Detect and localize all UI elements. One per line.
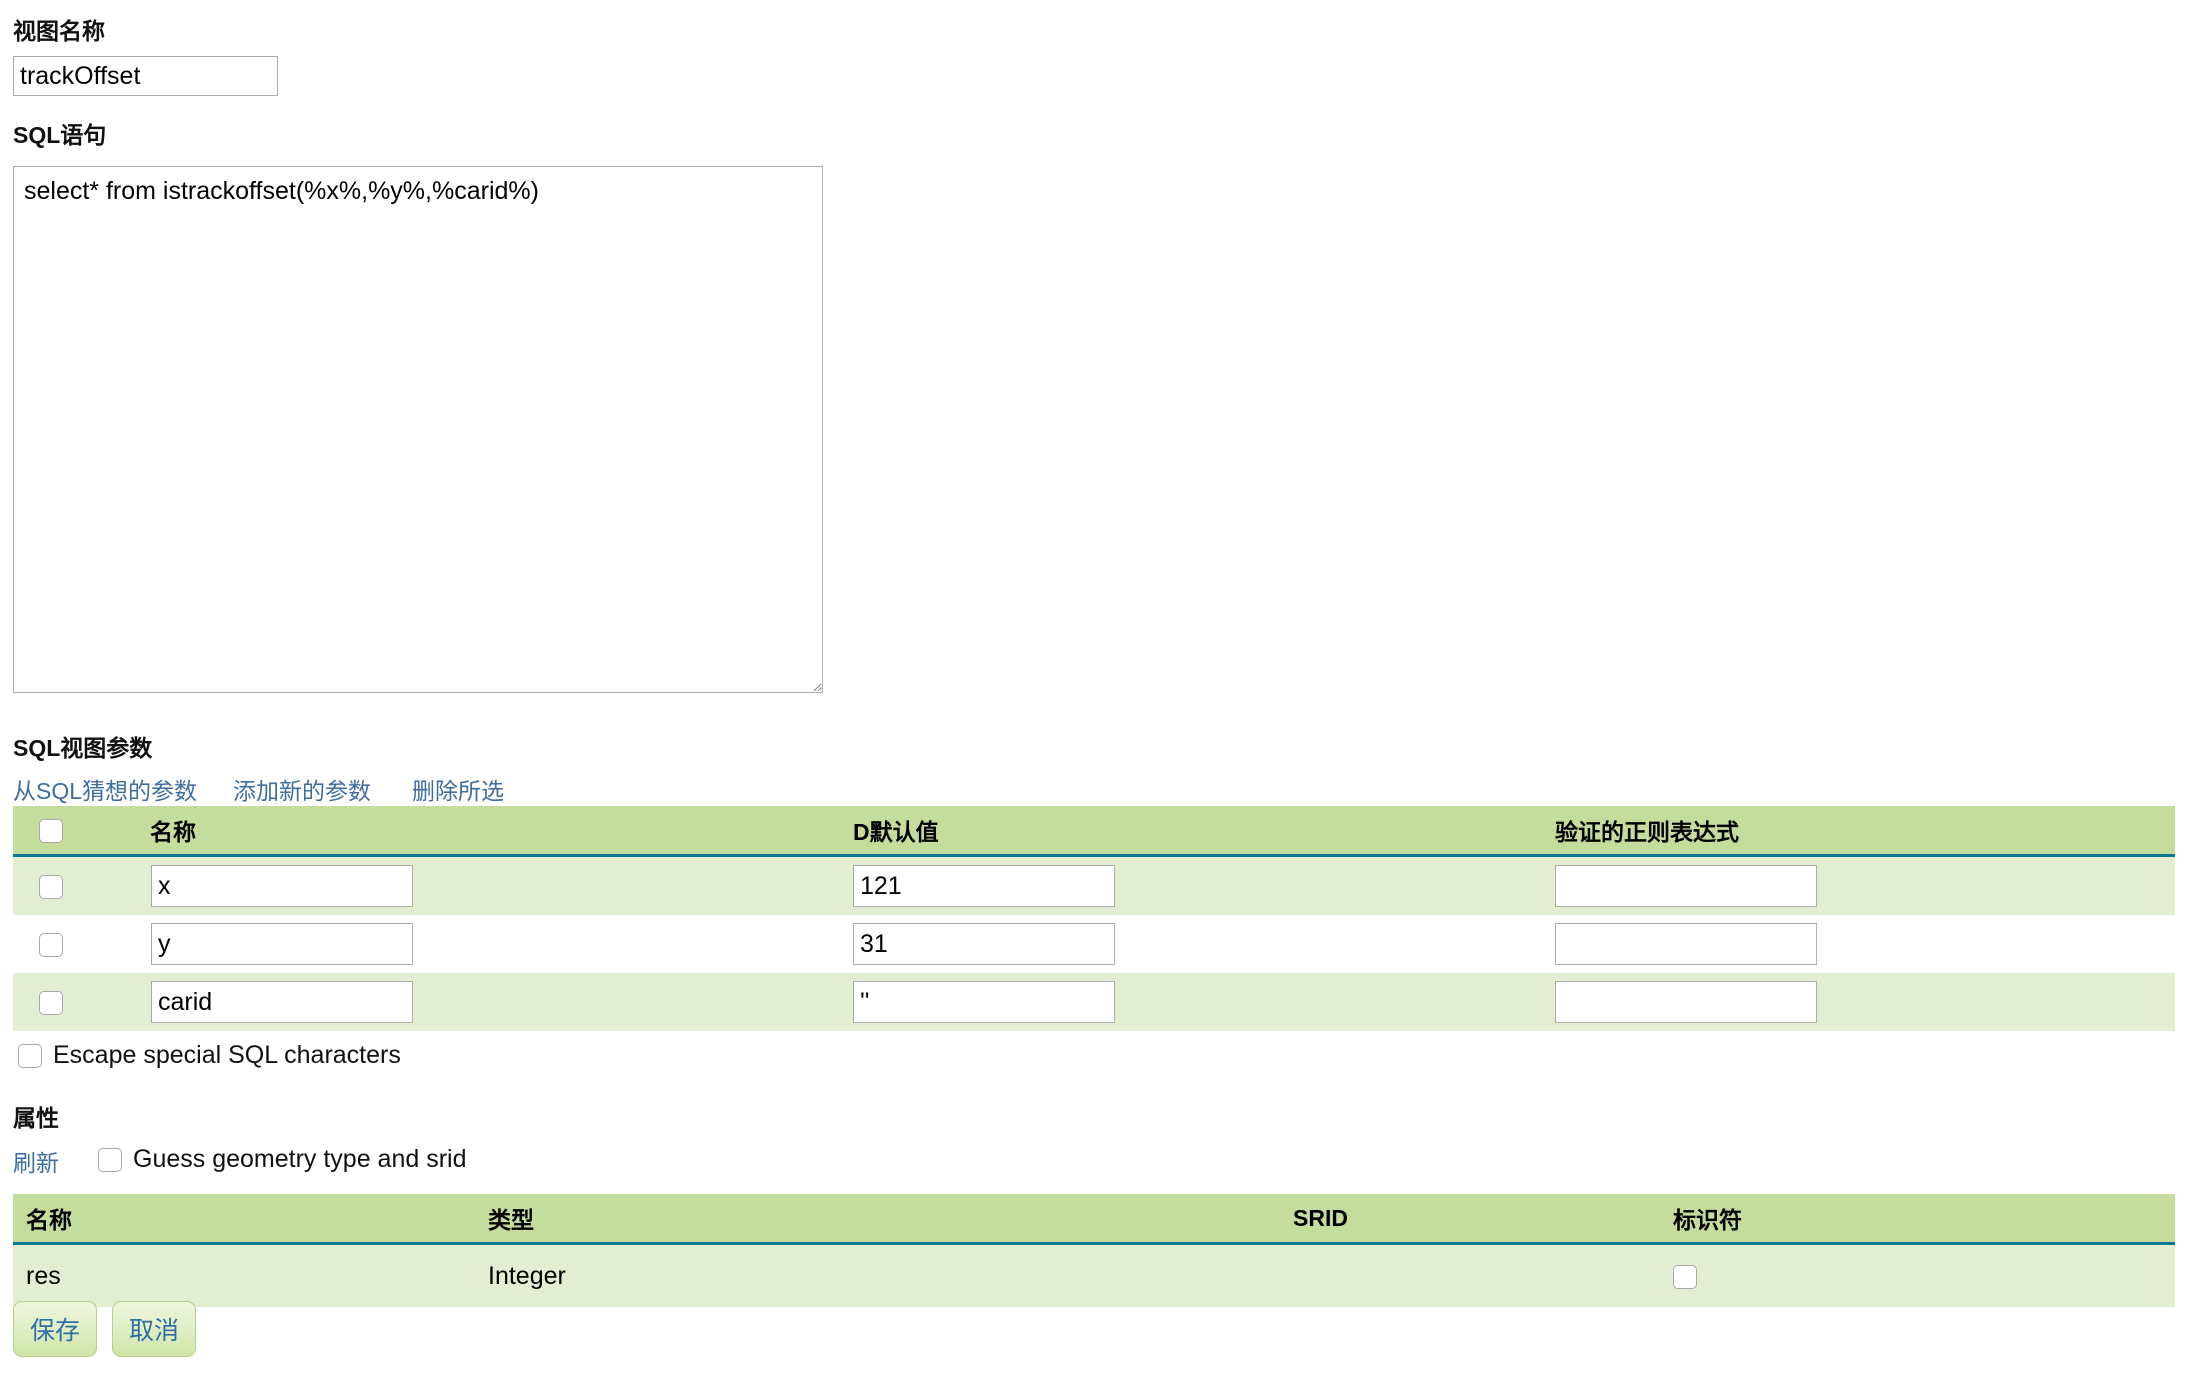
guess-geometry-checkbox[interactable]: [98, 1147, 122, 1172]
attr-type-cell: Integer: [473, 1243, 1073, 1307]
attr-name-cell: res: [13, 1243, 473, 1307]
params-table-header-row: 名称 D默认值 验证的正则表达式: [13, 806, 2175, 857]
attrs-column-name: 名称: [13, 1194, 473, 1245]
attrs-column-identifier: 标识符: [1593, 1194, 2175, 1245]
add-new-param-link[interactable]: 添加新的参数: [233, 772, 371, 806]
param-row-checkbox-cell: [13, 855, 73, 915]
param-name-cell: [73, 855, 773, 915]
param-row-checkbox[interactable]: [39, 990, 63, 1015]
param-row-checkbox-cell: [13, 915, 73, 973]
params-section-title: SQL视图参数: [13, 735, 153, 761]
param-row-checkbox[interactable]: [39, 932, 63, 957]
table-row: [13, 855, 2175, 915]
param-default-input[interactable]: [853, 981, 1115, 1023]
attrs-column-type: 类型: [473, 1194, 1073, 1245]
param-name-cell: [73, 915, 773, 973]
sql-view-editor-page: 视图名称 SQL语句 select* from istrackoffset(%x…: [0, 0, 2194, 1396]
param-name-input[interactable]: [151, 981, 413, 1023]
select-all-checkbox[interactable]: [39, 819, 63, 844]
params-column-name: 名称: [73, 806, 773, 857]
cancel-button[interactable]: 取消: [112, 1301, 196, 1357]
param-regex-input[interactable]: [1555, 923, 1817, 965]
attr-srid-cell: [1073, 1243, 1593, 1307]
attr-identifier-checkbox[interactable]: [1673, 1264, 1697, 1289]
params-table: 名称 D默认值 验证的正则表达式: [13, 806, 2175, 1031]
params-column-regex: 验证的正则表达式: [1473, 806, 2175, 857]
param-regex-input[interactable]: [1555, 981, 1817, 1023]
escape-sql-characters-label[interactable]: Escape special SQL characters: [53, 1041, 401, 1070]
table-row: [13, 973, 2175, 1031]
params-column-default: D默认值: [773, 806, 1473, 857]
param-default-cell: [773, 973, 1473, 1031]
param-row-checkbox-cell: [13, 973, 73, 1031]
params-select-all-header: [13, 806, 73, 857]
delete-selected-params-link[interactable]: 删除所选: [412, 772, 504, 806]
table-row: [13, 915, 2175, 973]
param-default-input[interactable]: [853, 865, 1115, 907]
param-name-input[interactable]: [151, 923, 413, 965]
attrs-table-header-row: 名称 类型 SRID 标识符: [13, 1194, 2175, 1245]
table-row: res Integer: [13, 1243, 2175, 1307]
sql-textarea[interactable]: select* from istrackoffset(%x%,%y%,%cari…: [13, 166, 823, 693]
param-regex-cell: [1473, 915, 2175, 973]
save-button[interactable]: 保存: [13, 1301, 97, 1357]
param-regex-cell: [1473, 973, 2175, 1031]
guess-geometry-row: Guess geometry type and srid: [98, 1145, 467, 1174]
param-name-input[interactable]: [151, 865, 413, 907]
param-row-checkbox[interactable]: [39, 874, 63, 899]
attributes-table: 名称 类型 SRID 标识符 res Integer: [13, 1194, 2175, 1307]
view-name-label: 视图名称: [13, 18, 105, 44]
view-name-input[interactable]: [13, 56, 278, 96]
attr-identifier-cell: [1593, 1243, 2175, 1307]
escape-sql-characters-checkbox[interactable]: [18, 1043, 42, 1068]
refresh-attributes-link[interactable]: 刷新: [13, 1144, 59, 1178]
param-default-cell: [773, 915, 1473, 973]
attrs-section-title: 属性: [13, 1105, 59, 1131]
param-regex-input[interactable]: [1555, 865, 1817, 907]
escape-sql-characters-row: Escape special SQL characters: [18, 1041, 401, 1070]
param-default-input[interactable]: [853, 923, 1115, 965]
sql-label: SQL语句: [13, 122, 107, 148]
param-default-cell: [773, 855, 1473, 915]
param-name-cell: [73, 973, 773, 1031]
guess-geometry-label[interactable]: Guess geometry type and srid: [133, 1145, 467, 1174]
attrs-column-srid: SRID: [1073, 1194, 1593, 1245]
param-regex-cell: [1473, 855, 2175, 915]
guess-params-from-sql-link[interactable]: 从SQL猜想的参数: [13, 772, 197, 806]
